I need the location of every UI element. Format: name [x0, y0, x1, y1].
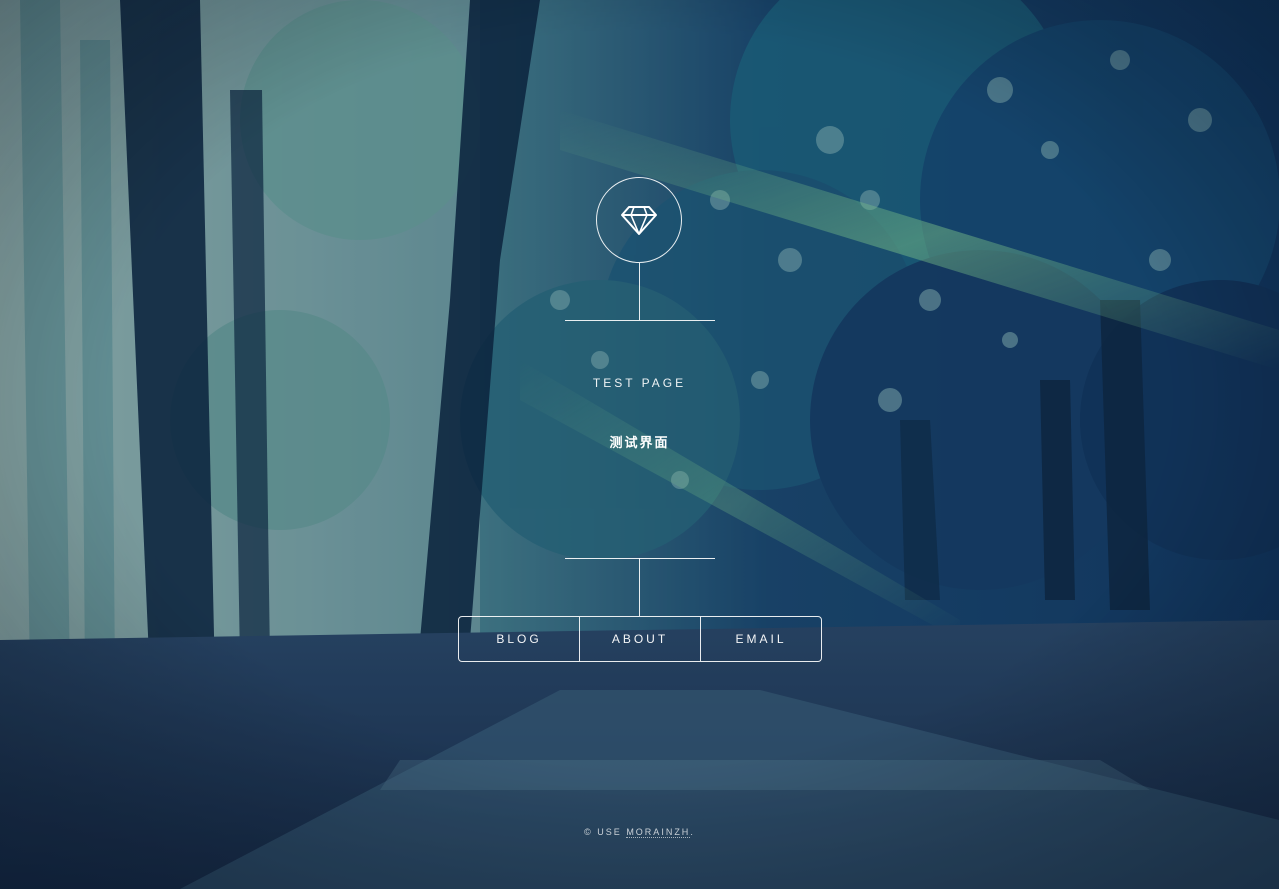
footer-copyright: © USE — [584, 827, 622, 837]
nav-blog-button[interactable]: BLOG — [459, 617, 579, 661]
nav-email-button[interactable]: EMAIL — [700, 617, 821, 661]
page-subtitle: 测试界面 — [609, 435, 670, 450]
footer: © USE MORAINZH. — [0, 827, 1279, 838]
connector-line-bottom — [639, 558, 640, 616]
footer-author-link[interactable]: MORAINZH — [626, 827, 691, 838]
main-nav: BLOG ABOUT EMAIL — [458, 616, 822, 662]
connector-line-top — [639, 263, 640, 320]
page-title: TEST PAGE — [592, 376, 687, 390]
divider-top — [565, 320, 715, 321]
divider-bottom — [565, 558, 715, 559]
nav-about-button[interactable]: ABOUT — [579, 617, 700, 661]
diamond-icon — [621, 206, 657, 235]
footer-suffix: . — [690, 827, 695, 837]
logo-circle — [596, 177, 682, 263]
